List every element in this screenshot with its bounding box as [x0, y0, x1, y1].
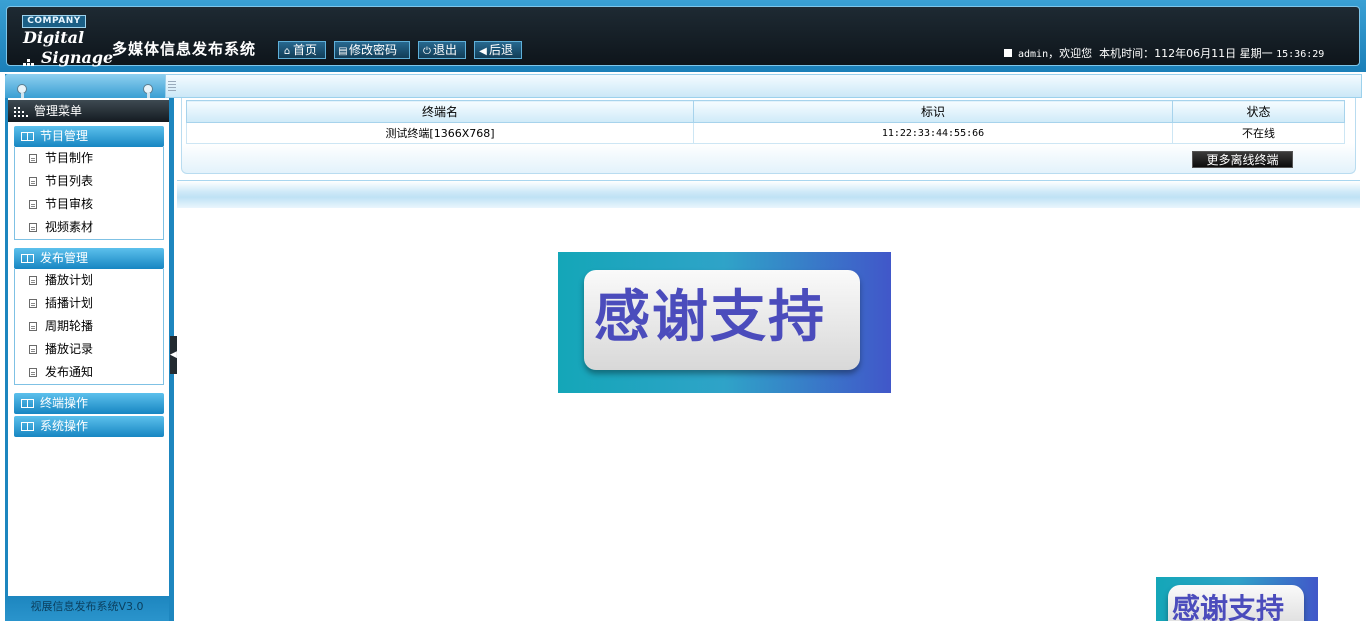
logo-dots-icon	[23, 55, 37, 67]
banner-text: 感谢支持	[594, 285, 826, 350]
menu-title: 管理菜单	[8, 100, 169, 122]
document-icon	[29, 200, 37, 209]
change-password-button[interactable]: ▤修改密码	[334, 41, 410, 59]
sidebar-top	[5, 74, 169, 105]
menu-item-label: 视频素材	[45, 220, 94, 234]
home-icon: ⌂	[283, 46, 291, 57]
thanks-banner-floating[interactable]: 感谢支持	[1156, 577, 1318, 621]
book-icon	[21, 399, 34, 408]
menu-item-program-list[interactable]: 节目列表	[15, 170, 163, 193]
table-row[interactable]: 测试终端[1366X768] 11:22:33:44:55:66 不在线	[186, 122, 1345, 144]
column-header-status: 状态	[1172, 100, 1345, 123]
menu-item-label: 播放记录	[45, 342, 94, 356]
section-divider-band	[177, 180, 1360, 208]
group-label: 终端操作	[40, 396, 89, 410]
terminal-id-cell: 11:22:33:44:55:66	[693, 122, 1173, 144]
user-square-icon	[1004, 49, 1012, 57]
column-header-id: 标识	[693, 100, 1173, 123]
column-header-name: 终端名	[186, 100, 694, 123]
menu-item-program-create[interactable]: 节目制作	[15, 147, 163, 170]
document-icon	[29, 299, 37, 308]
username: admin	[1018, 49, 1049, 60]
group-program-items: 节目制作 节目列表 节目审核 视频素材	[14, 147, 164, 240]
logout-label: 退出	[433, 43, 458, 57]
menu-item-label: 发布通知	[45, 365, 94, 379]
header: COMPANY Digital Signage 多媒体信息发布系统 ⌂ 首页 ▤修…	[0, 0, 1366, 72]
back-button[interactable]: ◀ 后退	[474, 41, 522, 59]
menu-item-insert-plan[interactable]: 插播计划	[15, 292, 163, 315]
menu-title-label: 管理菜单	[34, 104, 83, 118]
menu-item-label: 节目列表	[45, 174, 94, 188]
change-password-label: 修改密码	[349, 43, 398, 57]
menu-item-cycle-rotation[interactable]: 周期轮播	[15, 315, 163, 338]
banner-text: 感谢支持	[1172, 592, 1285, 621]
time-value: 15:36:29	[1276, 49, 1325, 60]
system-title: 多媒体信息发布系统	[112, 40, 257, 58]
terminal-table: 终端名 标识 状态 测试终端[1366X768] 11:22:33:44:55:…	[186, 100, 1345, 144]
table-header-row: 终端名 标识 状态	[186, 100, 1345, 123]
company-badge: COMPANY	[22, 15, 86, 28]
weekday-value: 星期一	[1239, 47, 1273, 60]
terminal-panel: 终端名 标识 状态 测试终端[1366X768] 11:22:33:44:55:…	[181, 98, 1356, 174]
time-label: 本机时间：	[1099, 47, 1155, 60]
home-button[interactable]: ⌂ 首页	[278, 41, 326, 59]
sidebar-collapse-handle[interactable]: ◀	[170, 336, 177, 374]
logout-button[interactable]: ⏻ 退出	[418, 41, 466, 59]
book-icon	[21, 132, 34, 141]
more-offline-terminals-button[interactable]: 更多离线终端	[1192, 151, 1293, 168]
menu-item-program-review[interactable]: 节目审核	[15, 193, 163, 216]
group-system-operation[interactable]: 系统操作	[14, 416, 164, 437]
group-terminal-operation[interactable]: 终端操作	[14, 393, 164, 414]
document-icon	[29, 345, 37, 354]
menu-item-label: 节目制作	[45, 151, 94, 165]
header-bar: COMPANY Digital Signage 多媒体信息发布系统 ⌂ 首页 ▤修…	[6, 6, 1360, 67]
document-icon	[29, 276, 37, 285]
back-label: 后退	[489, 43, 514, 57]
menu-item-video-material[interactable]: 视频素材	[15, 216, 163, 239]
power-icon: ⏻	[423, 46, 431, 57]
back-arrow-icon: ◀	[479, 46, 487, 57]
grid-icon	[14, 107, 28, 117]
book-icon	[21, 422, 34, 431]
welcome-text: ，欢迎您	[1048, 47, 1093, 60]
menu-item-label: 插播计划	[45, 296, 94, 310]
terminal-status-cell: 不在线	[1172, 122, 1345, 144]
home-button-label: 首页	[293, 43, 318, 57]
group-label: 系统操作	[40, 419, 89, 433]
document-icon	[29, 223, 37, 232]
user-info: admin，欢迎您 本机时间：112年06月11日 星期一 15:36:29	[1004, 47, 1324, 62]
document-icon	[29, 368, 37, 377]
menu-item-play-record[interactable]: 播放记录	[15, 338, 163, 361]
book-icon	[21, 254, 34, 263]
menu-item-label: 播放计划	[45, 273, 94, 287]
document-icon	[29, 154, 37, 163]
menu-item-play-plan[interactable]: 播放计划	[15, 269, 163, 292]
date-value: 112年06月11日	[1154, 47, 1237, 60]
version-footer: 视展信息发布系统V3.0	[5, 596, 169, 621]
logo-signage: Signage	[41, 48, 114, 67]
group-publish-management[interactable]: 发布管理	[14, 248, 164, 269]
document-icon	[29, 322, 37, 331]
main-tab-bar	[165, 74, 1362, 98]
menu-item-label: 节目审核	[45, 197, 94, 211]
document-icon: ▤	[338, 46, 348, 57]
document-icon	[29, 177, 37, 186]
menu-item-publish-notice[interactable]: 发布通知	[15, 361, 163, 384]
group-publish-items: 播放计划 插播计划 周期轮播 播放记录 发布通知	[14, 269, 164, 385]
sidebar: 管理菜单 节目管理 节目制作 节目列表 节目审核 视频素材 发布管理 播放计划 …	[5, 74, 174, 621]
logo-digital: Digital	[23, 28, 85, 47]
thanks-banner-image: 感谢支持	[558, 252, 891, 393]
menu-item-label: 周期轮播	[45, 319, 94, 333]
grip-icon	[168, 81, 176, 93]
group-program-management[interactable]: 节目管理	[14, 126, 164, 147]
terminal-name-cell: 测试终端[1366X768]	[186, 122, 694, 144]
sidebar-body: 管理菜单 节目管理 节目制作 节目列表 节目审核 视频素材 发布管理 播放计划 …	[8, 98, 169, 621]
group-label: 节目管理	[40, 129, 89, 143]
group-label: 发布管理	[40, 251, 89, 265]
